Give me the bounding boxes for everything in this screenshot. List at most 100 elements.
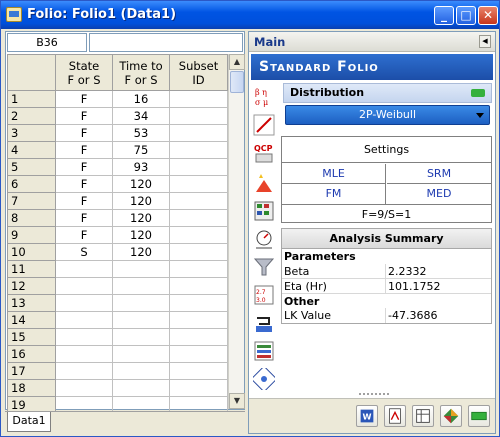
setting-fm[interactable]: FM: [282, 184, 386, 204]
time-cell[interactable]: 16: [112, 90, 170, 108]
state-cell[interactable]: F: [55, 158, 113, 176]
wizard-run-icon[interactable]: [253, 368, 275, 390]
state-cell[interactable]: F: [55, 141, 113, 159]
time-cell[interactable]: [112, 345, 170, 363]
diamond-icon[interactable]: [440, 405, 462, 427]
time-cell[interactable]: [112, 294, 170, 312]
title-bar[interactable]: Folio: Folio1 (Data1) _ □ ✕: [1, 1, 499, 29]
scroll-down-icon[interactable]: ▼: [229, 393, 245, 409]
maximize-button[interactable]: □: [456, 6, 476, 25]
subset-cell[interactable]: [169, 379, 228, 397]
time-cell[interactable]: 120: [112, 175, 170, 193]
time-cell[interactable]: [112, 379, 170, 397]
sheet-tab-data1[interactable]: Data1: [7, 412, 51, 432]
row-number[interactable]: 11: [7, 260, 56, 278]
scroll-thumb[interactable]: [230, 71, 244, 93]
row-number[interactable]: 13: [7, 294, 56, 312]
time-cell[interactable]: [112, 311, 170, 329]
distribution-dropdown[interactable]: 2P-Weibull: [285, 105, 490, 125]
state-cell[interactable]: [55, 362, 113, 380]
subset-cell[interactable]: [169, 277, 228, 295]
time-cell[interactable]: [112, 277, 170, 295]
green-bar-icon[interactable]: [468, 405, 490, 427]
row-number[interactable]: 15: [7, 328, 56, 346]
setting-srm[interactable]: SRM: [387, 164, 491, 184]
state-cell[interactable]: F: [55, 192, 113, 210]
subset-cell[interactable]: [169, 124, 228, 142]
row-number[interactable]: 16: [7, 345, 56, 363]
dropdown-arrow-icon[interactable]: [476, 113, 484, 118]
time-cell[interactable]: [112, 260, 170, 278]
subset-cell[interactable]: [169, 90, 228, 108]
state-cell[interactable]: F: [55, 175, 113, 193]
row-number[interactable]: 10: [7, 243, 56, 261]
state-cell[interactable]: [55, 379, 113, 397]
row-number[interactable]: 14: [7, 311, 56, 329]
row-number[interactable]: 2: [7, 107, 56, 125]
close-button[interactable]: ✕: [478, 6, 498, 25]
parameters-icon[interactable]: β ησ μ: [253, 86, 275, 108]
qcp-icon[interactable]: QCP: [253, 142, 275, 164]
row-number[interactable]: 3: [7, 124, 56, 142]
filter-icon[interactable]: [253, 256, 275, 278]
subset-cell[interactable]: [169, 328, 228, 346]
time-cell[interactable]: 120: [112, 192, 170, 210]
column-header-time[interactable]: Time to F or S: [112, 54, 170, 91]
state-cell[interactable]: [55, 311, 113, 329]
collapse-icon[interactable]: ◀: [479, 35, 491, 48]
state-cell[interactable]: [55, 277, 113, 295]
state-cell[interactable]: F: [55, 209, 113, 227]
state-cell[interactable]: [55, 294, 113, 312]
sheet-icon[interactable]: [412, 405, 434, 427]
settings-title[interactable]: Settings: [282, 137, 491, 163]
gauge-icon[interactable]: [253, 228, 275, 250]
subset-cell[interactable]: [169, 141, 228, 159]
state-cell[interactable]: F: [55, 226, 113, 244]
subset-cell[interactable]: [169, 192, 228, 210]
subset-cell[interactable]: [169, 260, 228, 278]
row-number[interactable]: 18: [7, 379, 56, 397]
subset-cell[interactable]: [169, 243, 228, 261]
state-cell[interactable]: F: [55, 90, 113, 108]
row-number[interactable]: 7: [7, 192, 56, 210]
state-cell[interactable]: [55, 328, 113, 346]
time-cell[interactable]: [112, 328, 170, 346]
row-number[interactable]: 1: [7, 90, 56, 108]
minimize-button[interactable]: _: [434, 6, 454, 25]
formula-input[interactable]: [89, 33, 243, 52]
time-cell[interactable]: 53: [112, 124, 170, 142]
subset-cell[interactable]: [169, 209, 228, 227]
pdf-icon[interactable]: [384, 405, 406, 427]
time-cell[interactable]: 120: [112, 226, 170, 244]
row-number[interactable]: 4: [7, 141, 56, 159]
subset-cell[interactable]: [169, 362, 228, 380]
row-number[interactable]: 12: [7, 277, 56, 295]
scroll-up-icon[interactable]: ▲: [229, 54, 245, 70]
batch-icon[interactable]: 2.73.0: [253, 284, 275, 306]
subset-cell[interactable]: [169, 345, 228, 363]
time-cell[interactable]: 75: [112, 141, 170, 159]
subset-cell[interactable]: [169, 226, 228, 244]
row-number[interactable]: 8: [7, 209, 56, 227]
row-number[interactable]: 5: [7, 158, 56, 176]
subset-cell[interactable]: [169, 311, 228, 329]
subset-cell[interactable]: [169, 158, 228, 176]
subset-cell[interactable]: [169, 175, 228, 193]
time-cell[interactable]: [112, 362, 170, 380]
plot-icon[interactable]: [253, 114, 275, 136]
word-icon[interactable]: W: [356, 405, 378, 427]
row-number[interactable]: 17: [7, 362, 56, 380]
state-cell[interactable]: [55, 345, 113, 363]
matrix-icon[interactable]: [253, 200, 275, 222]
time-cell[interactable]: 34: [112, 107, 170, 125]
state-cell[interactable]: [55, 260, 113, 278]
vertical-scrollbar[interactable]: ▲ ▼: [228, 54, 245, 409]
report-icon[interactable]: [253, 340, 275, 362]
setting-mle[interactable]: MLE: [282, 164, 386, 184]
time-cell[interactable]: 93: [112, 158, 170, 176]
subset-cell[interactable]: [169, 294, 228, 312]
row-number[interactable]: 6: [7, 175, 56, 193]
setting-med[interactable]: MED: [387, 184, 491, 204]
column-header-subset[interactable]: Subset ID: [169, 54, 228, 91]
state-cell[interactable]: S: [55, 243, 113, 261]
